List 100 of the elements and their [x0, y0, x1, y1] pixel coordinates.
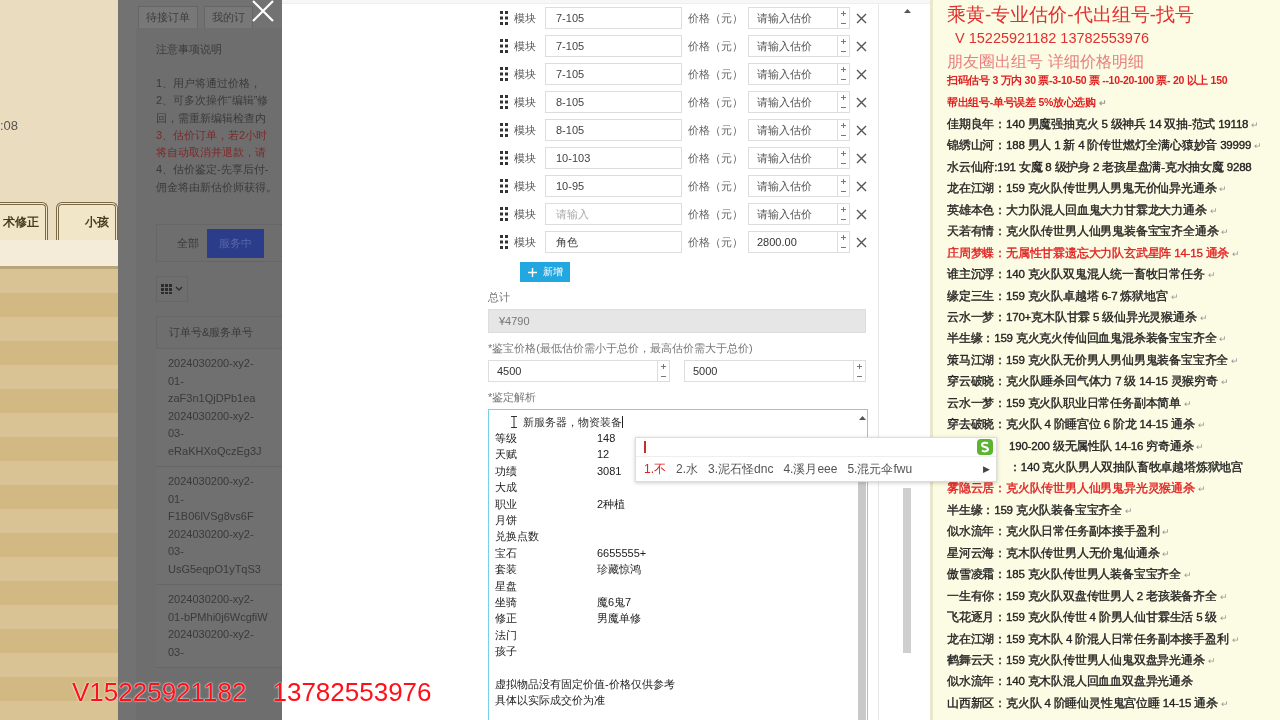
number-field[interactable]: 请输入估价 — [748, 175, 838, 197]
remove-button[interactable] — [854, 179, 868, 193]
number-field[interactable]: 请输入估价 — [748, 147, 838, 169]
document-text: 龙在江湖：159 克火队传世男人男鬼无价仙异光通杀 — [947, 181, 1217, 197]
number-field[interactable]: 5000 — [684, 360, 854, 382]
document-text: 帮出组号-单号误差 5%放心选购 — [947, 95, 1096, 110]
paragraph-mark: ↵ — [1232, 248, 1240, 259]
number-stepper[interactable] — [658, 360, 670, 382]
text-line: 魔6鬼7 — [597, 595, 632, 611]
number-stepper[interactable] — [838, 119, 850, 141]
document-text: 穿云破晓：克火队睡杀回气体力 7 级 14-15 灵猴穷奇 — [947, 374, 1218, 390]
drag-handle-icon — [500, 207, 508, 221]
candidate-item[interactable]: 1.不 — [644, 460, 666, 478]
field-label: 价格（元） — [686, 10, 744, 26]
number-stepper[interactable] — [838, 175, 850, 197]
column-toggle-button[interactable] — [156, 276, 188, 303]
field-label: 价格（元） — [686, 178, 744, 194]
number-stepper[interactable] — [838, 91, 850, 113]
number-field[interactable]: 请输入估价 — [748, 119, 838, 141]
paragraph-mark: ↵ — [1170, 291, 1179, 302]
paragraph-mark: ↵ — [1197, 420, 1206, 431]
close-icon — [855, 236, 867, 248]
candidate-item[interactable]: 3.泥石怪dnc — [708, 460, 774, 478]
plus-icon — [841, 38, 846, 44]
remove-button[interactable] — [854, 123, 868, 137]
remove-button[interactable] — [854, 11, 868, 25]
plus-icon — [857, 363, 862, 369]
remove-button[interactable] — [854, 235, 868, 249]
field-label: 价格（元） — [686, 234, 744, 250]
candidate-item[interactable]: 2.水 — [676, 460, 699, 478]
drag-handle-icon — [500, 151, 508, 165]
number-field[interactable]: 请输入估价 — [748, 203, 838, 225]
drag-handle-icon — [500, 235, 508, 249]
document-text: 一生有你：159 克火队双盘传世男人 2 老孩装备齐全 — [947, 588, 1217, 604]
remove-button[interactable] — [854, 207, 868, 221]
text-field[interactable]: 8-105 — [545, 91, 682, 113]
number-field[interactable]: 2800.00 — [748, 231, 838, 253]
field-label: 模块 — [514, 150, 537, 166]
number-stepper[interactable] — [838, 35, 850, 57]
plus-icon — [841, 66, 846, 72]
drag-handle-icon — [500, 95, 508, 109]
number-field[interactable]: 4500 — [488, 360, 658, 382]
text-line: 2种植 — [597, 496, 626, 512]
notice-text: 3、估价订单，若2小时 — [156, 127, 269, 143]
game-tab[interactable]: 小孩 — [56, 202, 118, 240]
plus-icon — [841, 206, 846, 212]
remove-button[interactable] — [854, 67, 868, 81]
field-label: 价格（元） — [686, 122, 744, 138]
remove-button[interactable] — [854, 95, 868, 109]
text-field[interactable]: 8-105 — [545, 119, 682, 141]
document-text: 190-200 级无属性队 14-16 穷奇通杀 — [1009, 438, 1194, 454]
close-icon — [855, 96, 867, 108]
number-stepper[interactable] — [838, 231, 850, 253]
number-field[interactable]: 请输入估价 — [748, 63, 838, 85]
text-field[interactable]: 7-105 — [545, 7, 682, 29]
minus-icon — [841, 188, 846, 194]
number-field[interactable]: 请输入估价 — [748, 35, 838, 57]
document-text: V 15225921182 13782553976 — [955, 30, 1150, 46]
number-stepper[interactable] — [838, 147, 850, 169]
scrollbar-thumb[interactable] — [903, 488, 911, 653]
text-field[interactable]: 7-105 — [545, 63, 682, 85]
document-text: 扫码估号 3 万内 30 票-3-10-50 票 --10-20-100 票- 20 以上 150 — [947, 74, 1228, 88]
candidate-item[interactable]: 4.溪月eee — [783, 460, 838, 478]
text-field[interactable]: 10-95 — [545, 175, 682, 197]
text-field[interactable]: 角色 — [545, 231, 682, 253]
close-icon — [252, 0, 274, 22]
total-field: ¥4790 — [488, 309, 866, 333]
next-page-button[interactable]: ▶ — [983, 464, 990, 474]
minus-icon — [661, 373, 666, 379]
number-field[interactable]: 请输入估价 — [748, 91, 838, 113]
field-label: 模块 — [514, 38, 537, 54]
number-stepper[interactable] — [838, 63, 850, 85]
text-cursor-icon — [511, 416, 517, 428]
text-field[interactable]: 请输入 — [545, 203, 682, 225]
paragraph-mark: ↵ — [1125, 505, 1133, 516]
text-field[interactable]: 7-105 — [545, 35, 682, 57]
number-stepper[interactable] — [854, 360, 866, 382]
paragraph-mark: ↵ — [1251, 120, 1260, 130]
remove-button[interactable] — [854, 151, 868, 165]
close-icon — [855, 12, 867, 24]
close-icon — [855, 152, 867, 164]
number-stepper[interactable] — [838, 203, 850, 225]
close-icon — [855, 124, 867, 136]
plus-icon — [661, 363, 666, 369]
close-button[interactable] — [252, 0, 274, 22]
paragraph-mark: ↵ — [1196, 441, 1205, 452]
text-field[interactable]: 10-103 — [545, 147, 682, 169]
notice-text: 将自动取消并退款，请 — [156, 145, 267, 161]
field-label: 价格（元） — [686, 38, 744, 54]
field-label: 模块 — [514, 122, 537, 138]
number-stepper[interactable] — [838, 7, 850, 29]
document-text: 锦绣山河：188 男人 1 新 4 阶传世燃灯全满心猿妙音 39999 — [947, 138, 1252, 154]
text-line: 天赋 — [495, 447, 518, 463]
remove-button[interactable] — [854, 39, 868, 53]
paragraph-mark: ↵ — [1162, 548, 1171, 559]
game-tab[interactable]: 术修正 — [0, 202, 48, 240]
minus-icon — [841, 244, 846, 250]
minus-icon — [841, 20, 846, 26]
document-text: 星河云海：克木队传世男人无价鬼仙通杀 — [947, 545, 1160, 561]
number-field[interactable]: 请输入估价 — [748, 7, 838, 29]
